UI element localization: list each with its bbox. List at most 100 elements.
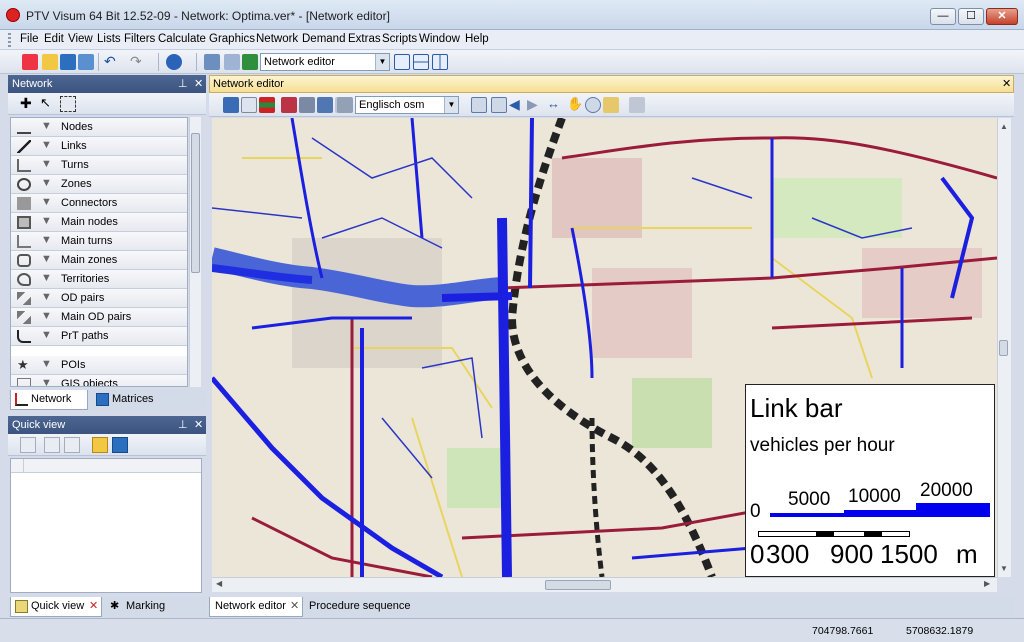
zoom-in-icon[interactable]: [491, 97, 507, 113]
save-icon[interactable]: [112, 437, 128, 453]
pin-icon[interactable]: ⊥: [178, 75, 188, 93]
forward-icon[interactable]: ▶: [527, 97, 543, 113]
save-as-icon[interactable]: [78, 54, 94, 70]
pointer-icon[interactable]: ↖: [40, 96, 56, 112]
tab-network[interactable]: Network: [10, 390, 88, 410]
camera-icon[interactable]: [337, 97, 353, 113]
filter-icon[interactable]: ▼: [41, 377, 52, 386]
close-button[interactable]: ✕: [986, 8, 1018, 25]
info-icon[interactable]: [166, 54, 182, 70]
minimize-button[interactable]: —: [930, 8, 956, 25]
copy-icon[interactable]: [44, 437, 60, 453]
menu-lists[interactable]: Lists: [97, 33, 121, 45]
new-version-icon[interactable]: [22, 54, 38, 70]
filter-icon[interactable]: ▼: [41, 139, 52, 151]
list-item[interactable]: ▼ PrT paths: [11, 327, 187, 346]
list-item[interactable]: ▼ Turns: [11, 156, 187, 175]
zoom-icon[interactable]: [585, 97, 601, 113]
tab-matrices[interactable]: Matrices: [92, 390, 172, 410]
pin-icon[interactable]: ⊥: [178, 416, 188, 434]
menu-demand[interactable]: Demand: [302, 33, 345, 45]
scroll-left-icon[interactable]: ◀: [216, 579, 222, 588]
settings-icon[interactable]: [629, 97, 645, 113]
filter-icon[interactable]: ▼: [41, 272, 52, 284]
network-list-scrollbar[interactable]: [189, 117, 201, 387]
menu-extras[interactable]: Extras: [348, 33, 381, 45]
menu-help[interactable]: Help: [465, 33, 489, 45]
filter-icon[interactable]: ▼: [41, 310, 52, 322]
filter-tool-icon[interactable]: [281, 97, 297, 113]
edit-pencil-icon[interactable]: [603, 97, 619, 113]
scroll-right-icon[interactable]: ▶: [984, 579, 990, 588]
matrix-icon[interactable]: [242, 54, 258, 70]
map-vertical-scrollbar[interactable]: ▲ ▼: [997, 118, 1011, 577]
tab-close-icon[interactable]: ✕: [290, 597, 299, 616]
tab-marking[interactable]: ✱ Marking: [106, 597, 186, 617]
layout-vertical-icon[interactable]: [432, 54, 448, 70]
editor-close-icon[interactable]: ✕: [1002, 76, 1011, 92]
select-rectangle-icon[interactable]: [60, 96, 76, 112]
pan-hand-icon[interactable]: ✋: [567, 97, 583, 113]
tab-procedure-sequence[interactable]: Procedure sequence: [305, 597, 415, 617]
list-item[interactable]: ▼ Main zones: [11, 251, 187, 270]
filter-icon[interactable]: ▼: [41, 196, 52, 208]
menu-filters[interactable]: Filters: [124, 33, 155, 45]
add-object-icon[interactable]: ✚: [20, 96, 36, 112]
menu-graphics[interactable]: Graphics: [209, 33, 255, 45]
filter-icon[interactable]: ▼: [41, 358, 52, 370]
binoculars-icon[interactable]: [223, 97, 239, 113]
background-map-combo[interactable]: Englisch osm ▼: [355, 96, 459, 114]
graphic-params-icon[interactable]: [259, 97, 275, 113]
layout-single-icon[interactable]: [394, 54, 410, 70]
menu-calculate[interactable]: Calculate: [158, 33, 206, 45]
list-item[interactable]: ▼ Zones: [11, 175, 187, 194]
undo-icon[interactable]: ↶: [104, 54, 120, 70]
menu-scripts[interactable]: Scripts: [382, 33, 417, 45]
tab-quick-view[interactable]: Quick view ✕: [10, 597, 102, 617]
layout-horizontal-icon[interactable]: [413, 54, 429, 70]
list-item[interactable]: ▼ OD pairs: [11, 289, 187, 308]
menu-window[interactable]: Window: [419, 33, 460, 45]
list-item[interactable]: ▼ Main nodes: [11, 213, 187, 232]
list-icon[interactable]: [241, 97, 257, 113]
list-item[interactable]: ▼ Main OD pairs: [11, 308, 187, 327]
list-item[interactable]: ▼ Main turns: [11, 232, 187, 251]
import-icon[interactable]: [204, 54, 220, 70]
list-item[interactable]: ★ ▼ POIs: [11, 356, 187, 375]
filter-icon[interactable]: ▼: [41, 177, 52, 189]
scroll-thumb[interactable]: [191, 133, 200, 273]
list-item[interactable]: ▼ Nodes: [11, 118, 187, 137]
scroll-down-icon[interactable]: ▼: [1000, 564, 1008, 573]
menu-edit[interactable]: Edit: [44, 33, 64, 45]
scissors-icon[interactable]: [299, 97, 315, 113]
pane-close-icon[interactable]: ✕: [194, 416, 203, 434]
save-icon[interactable]: [60, 54, 76, 70]
filter-icon[interactable]: ▼: [41, 291, 52, 303]
zoom-window-icon[interactable]: [471, 97, 487, 113]
fit-width-icon[interactable]: ↔: [547, 97, 563, 113]
scroll-up-icon[interactable]: ▲: [1000, 122, 1008, 131]
chevron-down-icon[interactable]: ▼: [444, 97, 458, 113]
edit-icon[interactable]: [20, 437, 36, 453]
list-item[interactable]: ▼ Links: [11, 137, 187, 156]
scroll-thumb[interactable]: [545, 580, 611, 590]
menu-view[interactable]: View: [68, 33, 93, 45]
chevron-down-icon[interactable]: ▼: [375, 54, 389, 70]
pane-close-icon[interactable]: ✕: [194, 75, 203, 93]
list-item[interactable]: ▼ GIS objects: [11, 375, 187, 386]
map-horizontal-scrollbar[interactable]: ◀ ▶: [212, 577, 997, 592]
view-combo[interactable]: Network editor ▼: [260, 53, 390, 71]
menu-file[interactable]: File: [20, 33, 39, 45]
list-item[interactable]: ▼ Territories: [11, 270, 187, 289]
maximize-button[interactable]: ☐: [958, 8, 984, 25]
menu-network[interactable]: Network: [256, 33, 298, 45]
filter-icon[interactable]: ▼: [41, 253, 52, 265]
quickview-grid[interactable]: [10, 458, 202, 593]
scroll-thumb[interactable]: [999, 340, 1008, 356]
list-view-icon[interactable]: [224, 54, 240, 70]
redo-icon[interactable]: ↷: [130, 54, 146, 70]
open-folder-icon[interactable]: [92, 437, 108, 453]
back-icon[interactable]: ◀: [509, 97, 525, 113]
filter-icon[interactable]: ▼: [41, 120, 52, 132]
open-folder-icon[interactable]: [42, 54, 58, 70]
